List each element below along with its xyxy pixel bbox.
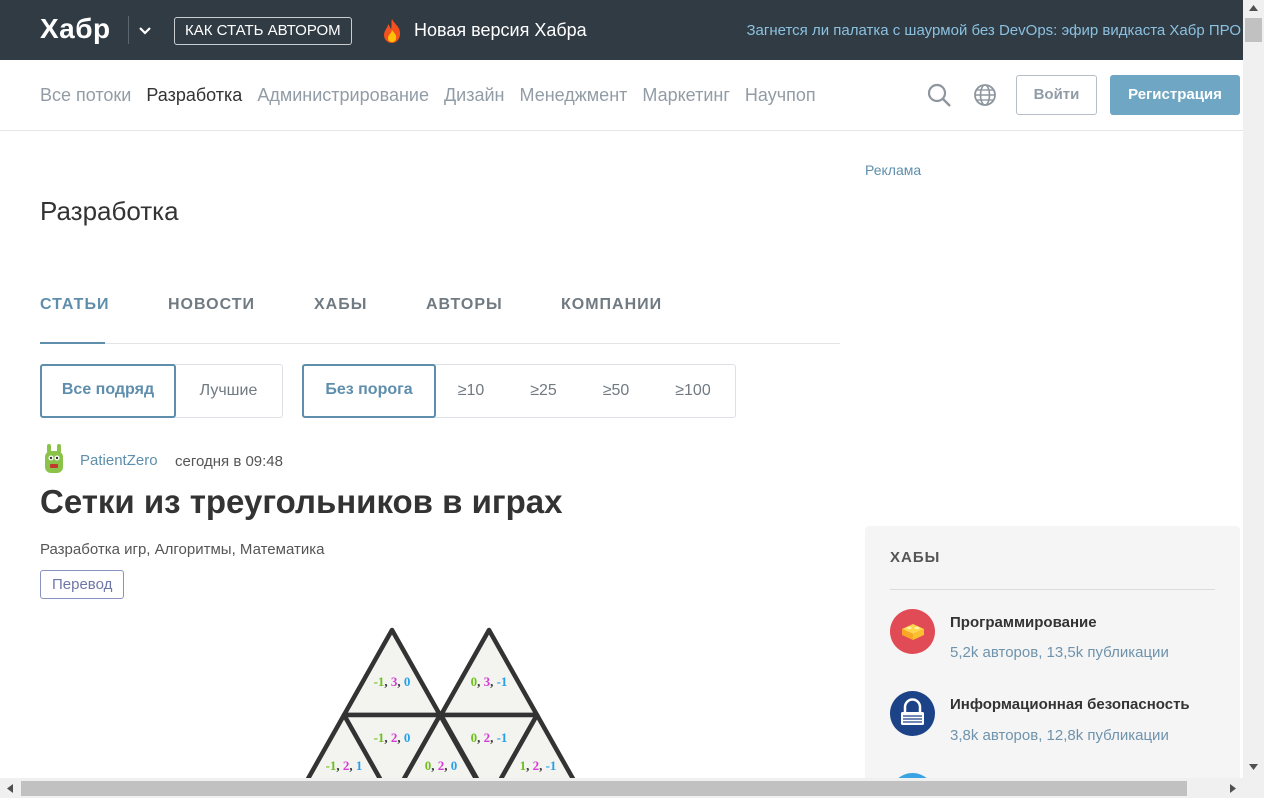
- hub-name-infosec[interactable]: Информационная безопасность: [950, 696, 1190, 713]
- scroll-right-icon[interactable]: [1224, 780, 1241, 797]
- promo-link[interactable]: Загнется ли палатка с шаурмой без DevOps…: [746, 22, 1241, 39]
- top-bar: Хабр КАК СТАТЬ АВТОРОМ Новая версия Хабр…: [0, 0, 1243, 60]
- vertical-scroll-thumb[interactable]: [1245, 18, 1262, 42]
- flow-nav: Все потоки Разработка Администрирование …: [40, 85, 831, 106]
- ad-label: Реклама: [865, 162, 922, 178]
- lock-icon: [901, 698, 924, 725]
- globe-icon[interactable]: [973, 83, 997, 107]
- translation-badge[interactable]: Перевод: [40, 570, 125, 599]
- rating-filter: Без порога ≥10 ≥25 ≥50 ≥100: [302, 364, 736, 418]
- hubs-panel-title: ХАБЫ: [890, 549, 941, 566]
- page-viewport: Хабр КАК СТАТЬ АВТОРОМ Новая версия Хабр…: [0, 0, 1243, 778]
- filter-10[interactable]: ≥10: [435, 365, 507, 417]
- triangle-grid-illustration: -1, 3, 0 0, 3, -1 -1, 2, 0 0, 2, -1 -1, …: [305, 627, 576, 778]
- nav-administration[interactable]: Администрирование: [257, 85, 429, 106]
- triangle-label: 0, 2, -1: [471, 730, 508, 745]
- triangle-label: -1, 2, 0: [374, 730, 411, 745]
- register-button[interactable]: Регистрация: [1110, 75, 1240, 115]
- author-name[interactable]: PatientZero: [80, 452, 158, 469]
- new-version-link[interactable]: Новая версия Хабра: [414, 20, 587, 41]
- sort-filter: Все подряд Лучшие: [40, 364, 283, 418]
- vertical-scrollbar[interactable]: [1243, 0, 1264, 778]
- search-icon[interactable]: [926, 82, 952, 108]
- login-button[interactable]: Войти: [1016, 75, 1097, 115]
- triangle-label: -1, 2, 1: [326, 758, 363, 773]
- filter-25[interactable]: ≥25: [507, 365, 580, 417]
- post-title[interactable]: Сетки из треугольников в играх: [40, 483, 563, 521]
- tab-hubs[interactable]: ХАБЫ: [314, 296, 367, 314]
- infosec-hub-icon[interactable]: [890, 691, 935, 736]
- post-time: сегодня в 09:48: [175, 453, 283, 470]
- hub-name-programming[interactable]: Программирование: [950, 614, 1097, 631]
- chevron-down-icon[interactable]: [137, 22, 153, 38]
- nav-popsci[interactable]: Научпоп: [745, 85, 816, 106]
- nav-design[interactable]: Дизайн: [444, 85, 505, 106]
- habr-logo[interactable]: Хабр: [40, 13, 111, 45]
- divider: [890, 589, 1215, 590]
- main-nav: Все потоки Разработка Администрирование …: [0, 60, 1243, 131]
- filter-100[interactable]: ≥100: [652, 365, 734, 417]
- tab-news[interactable]: НОВОСТИ: [168, 296, 255, 314]
- how-to-become-author-button[interactable]: КАК СТАТЬ АВТОРОМ: [174, 17, 352, 45]
- programming-hub-icon[interactable]: [890, 609, 935, 654]
- nav-all-flows[interactable]: Все потоки: [40, 85, 131, 106]
- author-avatar[interactable]: [40, 443, 68, 475]
- hub-stats-infosec: 3,8k авторов, 12,8k публикации: [950, 727, 1169, 744]
- nav-development[interactable]: Разработка: [146, 85, 242, 106]
- horizontal-scroll-thumb[interactable]: [21, 781, 1187, 796]
- triangle-label: -1, 3, 0: [374, 674, 411, 689]
- nav-management[interactable]: Менеджмент: [520, 85, 628, 106]
- filter-best[interactable]: Лучшие: [175, 365, 282, 417]
- scroll-up-icon[interactable]: [1245, 0, 1262, 17]
- hubs-panel: ХАБЫ Программирование 5,2k авторов, 13,5…: [865, 526, 1240, 778]
- triangle-label: 0, 2, 0: [425, 758, 458, 773]
- scroll-left-icon[interactable]: [2, 780, 19, 797]
- filter-no-threshold[interactable]: Без порога: [302, 364, 436, 418]
- filter-50[interactable]: ≥50: [580, 365, 652, 417]
- triangle-label: 1, 2, -1: [520, 758, 557, 773]
- active-tab-indicator: [40, 342, 105, 344]
- brick-icon: [902, 624, 924, 640]
- post-hubs[interactable]: Разработка игр, Алгоритмы, Математика: [40, 541, 324, 558]
- hub-stats-programming: 5,2k авторов, 13,5k публикации: [950, 644, 1169, 661]
- tab-articles[interactable]: СТАТЬИ: [40, 296, 109, 314]
- logo-divider: [128, 16, 129, 44]
- nav-marketing[interactable]: Маркетинг: [642, 85, 730, 106]
- page-title: Разработка: [40, 196, 179, 226]
- tab-companies[interactable]: КОМПАНИИ: [561, 296, 662, 314]
- tab-authors[interactable]: АВТОРЫ: [426, 296, 503, 314]
- triangle-label: 0, 3, -1: [471, 674, 508, 689]
- section-tabs: СТАТЬИ НОВОСТИ ХАБЫ АВТОРЫ КОМПАНИИ: [40, 296, 840, 344]
- filter-all[interactable]: Все подряд: [40, 364, 176, 418]
- fire-icon: [384, 19, 401, 43]
- scroll-down-icon[interactable]: [1245, 758, 1262, 775]
